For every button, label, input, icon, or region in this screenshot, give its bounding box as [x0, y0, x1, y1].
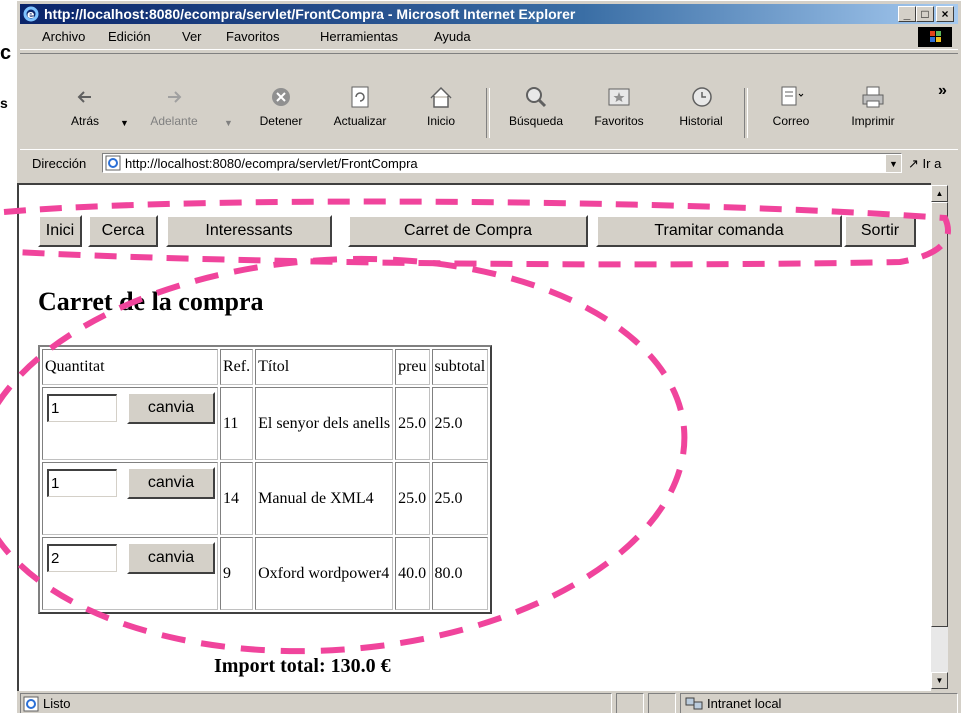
- annotation-overlay: [0, 198, 951, 655]
- annotation-nav-outline: [3, 198, 951, 268]
- annotation-cart-outline: [0, 255, 688, 655]
